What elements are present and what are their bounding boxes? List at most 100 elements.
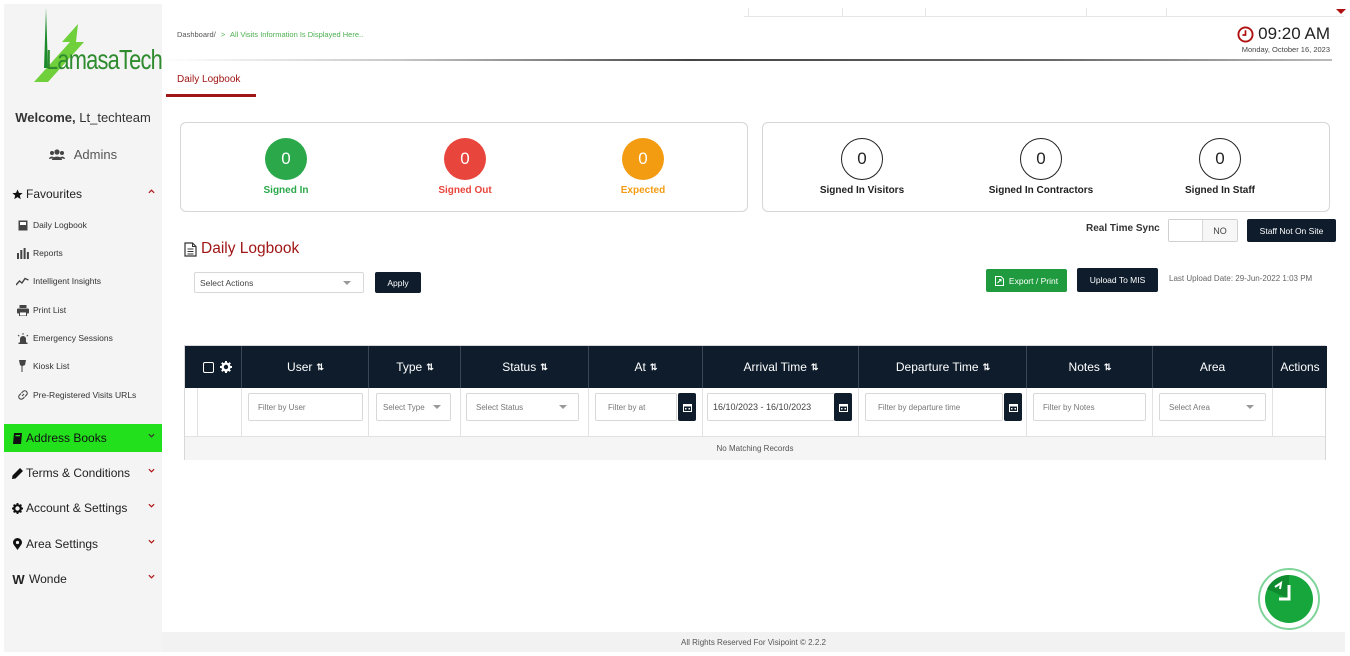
gear-icon (11, 502, 23, 514)
sidebar-group-account-settings[interactable]: Account & Settings (4, 494, 162, 522)
breadcrumb-current: All Visits Information Is Displayed Here… (229, 30, 364, 39)
top-bar: Dashboard/ > All Visits Information Is D… (162, 4, 1350, 64)
chevron-up-icon (148, 189, 155, 194)
sidebar-item-label: Kiosk List (33, 361, 70, 371)
user-role[interactable]: Admins (4, 147, 162, 162)
stat-label: Signed Out (438, 185, 492, 196)
welcome-username: Lt_techteam (79, 110, 151, 125)
stat-signed-in[interactable]: 0 Signed In (226, 138, 346, 196)
departure-calendar-button[interactable] (1004, 393, 1022, 421)
kiosk-icon (16, 360, 29, 372)
stat-circle: 0 (444, 138, 486, 180)
breadcrumb: Dashboard/ > All Visits Information Is D… (177, 30, 363, 39)
sort-icon: ⇅ (649, 361, 657, 372)
filter-cell-notes: Filter by Notes (1027, 388, 1153, 436)
sidebar-group-address-books[interactable]: Address Books (4, 424, 162, 452)
clock-time-row: 09:20 AM (1237, 24, 1330, 44)
apply-button[interactable]: Apply (375, 272, 421, 293)
filter-arrival-input[interactable]: 16/10/2023 - 16/10/2023 (707, 393, 835, 421)
column-label: User (287, 360, 313, 374)
filter-area-select[interactable]: Select Area (1159, 393, 1266, 421)
filter-departure-input[interactable]: Filter by departure time (865, 393, 1003, 421)
users-icon (48, 149, 65, 160)
column-label: Status (502, 360, 537, 374)
staff-not-on-site-button[interactable]: Staff Not On Site (1247, 219, 1336, 242)
select-actions-dropdown[interactable]: Select Actions (194, 272, 364, 293)
arrival-calendar-button[interactable] (834, 393, 852, 421)
stat-signed-in-contractors[interactable]: 0 Signed In Contractors (971, 138, 1111, 196)
last-upload-date: Last Upload Date: 29-Jun-2022 1:03 PM (1169, 274, 1313, 283)
sidebar-item-label: Intelligent Insights (33, 276, 102, 286)
export-print-button[interactable]: Export / Print (986, 269, 1067, 292)
column-header-area: Area (1153, 346, 1273, 388)
sidebar-item-reports[interactable]: Reports (16, 245, 63, 261)
column-header-user[interactable]: User ⇅ (242, 346, 369, 388)
caret-down-icon (433, 405, 441, 409)
map-marker-icon (11, 538, 23, 550)
sidebar-group-terms-conditions[interactable]: Terms & Conditions (4, 459, 162, 487)
column-header-notes[interactable]: Notes ⇅ (1027, 346, 1153, 388)
sidebar-group-label: Account & Settings (26, 501, 128, 515)
top-divider (744, 16, 1344, 17)
sidebar-item-print-list[interactable]: Print List (16, 302, 66, 318)
footer: All Rights Reserved For Visipoint © 2.2.… (162, 632, 1345, 652)
filter-status-value: Select Status (476, 402, 524, 412)
sidebar-group-favourites[interactable]: Favourites (4, 180, 162, 208)
gear-icon[interactable] (220, 361, 232, 373)
tab-daily-logbook[interactable]: Daily Logbook (177, 74, 240, 85)
chevron-down-icon (148, 468, 155, 473)
column-header-status[interactable]: Status ⇅ (461, 346, 589, 388)
sidebar-item-daily-logbook[interactable]: Daily Logbook (16, 217, 87, 233)
column-label: Notes (1068, 360, 1100, 374)
sidebar-group-label: Wonde (29, 572, 67, 586)
book-icon (16, 220, 29, 231)
stat-signed-in-visitors[interactable]: 0 Signed In Visitors (802, 138, 922, 196)
caret-down-icon (343, 281, 351, 285)
filter-status-select[interactable]: Select Status (466, 393, 579, 421)
column-header-departure-time[interactable]: Departure Time ⇅ (859, 346, 1027, 388)
stat-label: Signed In Contractors (988, 185, 1094, 196)
floating-clock-button[interactable] (1257, 567, 1321, 631)
column-header-arrival-time[interactable]: Arrival Time ⇅ (703, 346, 859, 388)
stat-label: Signed In Staff (1185, 185, 1255, 196)
tab-active-indicator (166, 94, 256, 97)
lamasatech-logo[interactable]: LamasaTech (32, 8, 163, 88)
upload-to-mis-button[interactable]: Upload To MIS (1077, 268, 1158, 292)
filter-type-select[interactable]: Select Type (376, 393, 451, 421)
page-title: Daily Logbook (184, 240, 299, 258)
status-summary-card: 0 Signed In 0 Signed Out 0 Expected (180, 122, 748, 212)
column-label: At (634, 360, 646, 374)
sidebar-item-kiosk-list[interactable]: Kiosk List (16, 358, 69, 374)
table-header: User ⇅ Type ⇅ Status ⇅ At ⇅ Arrival Time ⇅ De… (185, 346, 1327, 388)
export-print-label: Export / Print (1008, 275, 1059, 286)
at-calendar-button[interactable] (678, 393, 696, 421)
stat-expected[interactable]: 0 Expected (583, 138, 703, 196)
filter-user-input[interactable]: Filter by User (248, 393, 363, 421)
filter-notes-input[interactable]: Filter by Notes (1033, 393, 1146, 421)
chevron-down-icon (148, 539, 155, 544)
sidebar-group-area-settings[interactable]: Area Settings (4, 530, 162, 558)
stat-signed-in-staff[interactable]: 0 Signed In Staff (1160, 138, 1280, 196)
real-time-sync-toggle[interactable]: NO (1168, 219, 1238, 242)
sort-icon: ⇅ (810, 361, 818, 372)
column-header-at[interactable]: At ⇅ (589, 346, 703, 388)
top-divider-tick (925, 8, 926, 16)
filter-at-input[interactable]: Filter by at (595, 393, 677, 421)
sidebar-item-intelligent-insights[interactable]: Intelligent Insights (16, 273, 101, 289)
select-all-checkbox[interactable] (203, 361, 214, 373)
sidebar-item-label: Pre-Registered Visits URLs (33, 390, 137, 400)
stat-signed-out[interactable]: 0 Signed Out (405, 138, 525, 196)
chevron-down-icon (148, 433, 155, 438)
sidebar-group-wonde[interactable]: W Wonde (4, 565, 162, 593)
alarm-icon (16, 332, 29, 344)
sidebar-item-emergency-sessions[interactable]: Emergency Sessions (16, 330, 113, 346)
breadcrumb-separator: > (220, 30, 226, 39)
header-select-cell (185, 346, 242, 388)
filter-cell-actions (1273, 388, 1327, 436)
sidebar-item-pre-registered-visits[interactable]: Pre-Registered Visits URLs (16, 387, 136, 403)
breadcrumb-root[interactable]: Dashboard/ (177, 30, 216, 39)
sidebar: LamasaTech Welcome, Lt_techteam Admins F… (4, 4, 163, 652)
stat-label: Signed In Visitors (819, 185, 905, 196)
column-header-type[interactable]: Type ⇅ (369, 346, 461, 388)
user-role-label: Admins (73, 147, 118, 162)
